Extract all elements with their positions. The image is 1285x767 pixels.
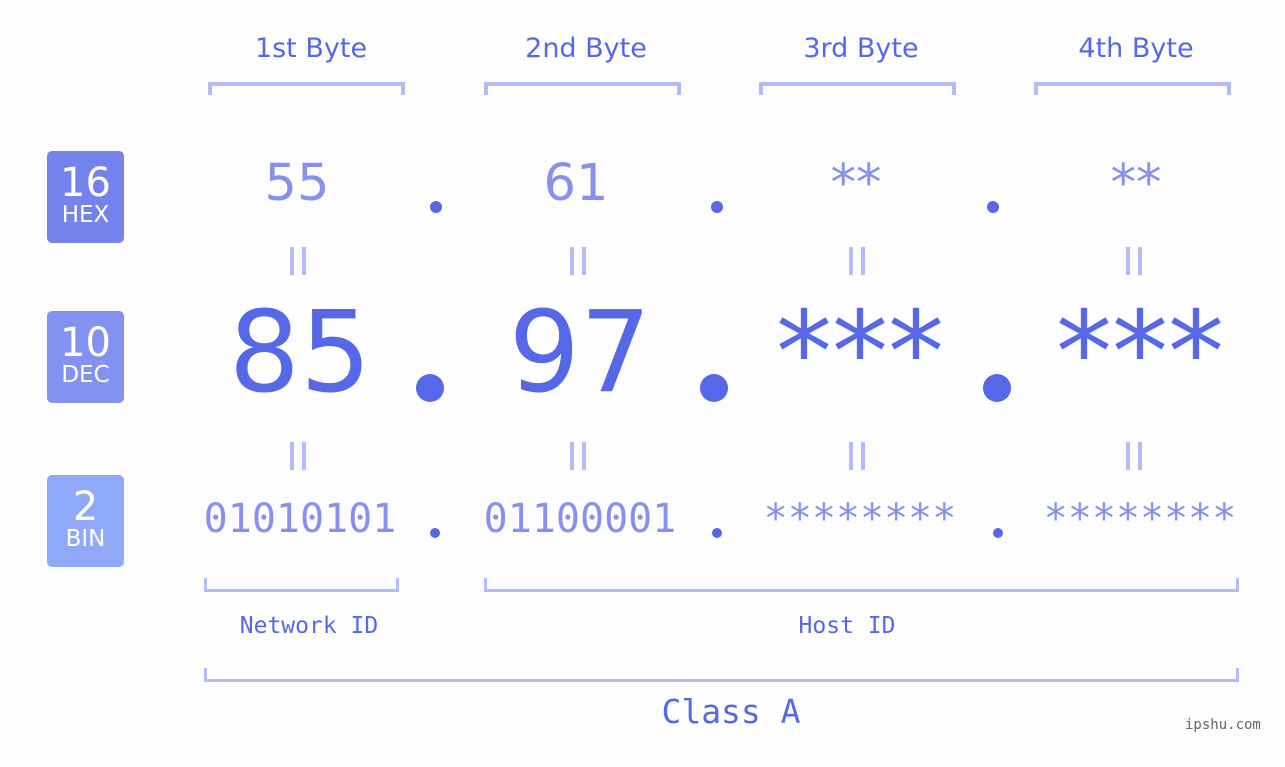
network-id-label: Network ID — [239, 613, 379, 639]
bin-badge: 2 BIN — [47, 475, 124, 567]
dec-byte-2: 97 — [508, 288, 652, 418]
bin-badge-base: 2 — [72, 484, 99, 530]
dec-badge: 10 DEC — [47, 311, 124, 403]
byte-header-2: 2nd Byte — [525, 33, 647, 64]
dec-byte-4: *** — [1056, 288, 1224, 418]
dec-byte-3: *** — [776, 288, 944, 418]
dec-dot-1 — [416, 374, 444, 402]
hex-dot-1 — [430, 201, 442, 213]
network-id-bracket — [204, 578, 399, 592]
byte-header-1: 1st Byte — [254, 33, 368, 64]
dec-byte-1: 85 — [228, 288, 372, 418]
byte-bracket-3 — [759, 82, 956, 95]
watermark: ipshu.com — [1185, 717, 1261, 733]
bin-byte-2: 01100001 — [483, 496, 677, 542]
hex-badge: 16 HEX — [47, 151, 124, 243]
hex-byte-4: ** — [1110, 154, 1162, 213]
dec-dot-2 — [700, 374, 728, 402]
bin-byte-1: 01010101 — [203, 496, 397, 542]
bin-dot-2 — [712, 528, 722, 538]
equals-icon — [570, 247, 590, 275]
byte-bracket-2 — [484, 82, 681, 95]
hex-dot-3 — [987, 201, 999, 213]
hex-byte-2: 61 — [543, 154, 609, 213]
byte-header-3: 3rd Byte — [803, 33, 919, 64]
byte-bracket-1 — [208, 82, 405, 95]
equals-icon — [570, 442, 590, 470]
bin-badge-label: BIN — [65, 526, 106, 552]
byte-header-4: 4th Byte — [1078, 33, 1194, 64]
host-id-bracket — [484, 578, 1239, 592]
dec-badge-label: DEC — [61, 362, 110, 388]
hex-byte-1: 55 — [264, 154, 330, 213]
hex-byte-3: ** — [830, 154, 882, 213]
byte-bracket-4 — [1034, 82, 1231, 95]
class-bracket — [204, 668, 1239, 682]
hex-badge-label: HEX — [61, 202, 110, 228]
hex-dot-2 — [711, 201, 723, 213]
class-label: Class A — [661, 692, 801, 731]
equals-icon — [1126, 247, 1146, 275]
host-id-label: Host ID — [798, 613, 896, 639]
bin-byte-4: ******** — [1043, 496, 1237, 542]
equals-icon — [1126, 442, 1146, 470]
dec-dot-3 — [983, 374, 1011, 402]
bin-dot-3 — [993, 528, 1003, 538]
dec-badge-base: 10 — [60, 320, 111, 366]
equals-icon — [849, 442, 869, 470]
bin-byte-3: ******** — [763, 496, 957, 542]
equals-icon — [290, 247, 310, 275]
hex-badge-base: 16 — [60, 160, 111, 206]
equals-icon — [849, 247, 869, 275]
bin-dot-1 — [430, 528, 440, 538]
equals-icon — [290, 442, 310, 470]
